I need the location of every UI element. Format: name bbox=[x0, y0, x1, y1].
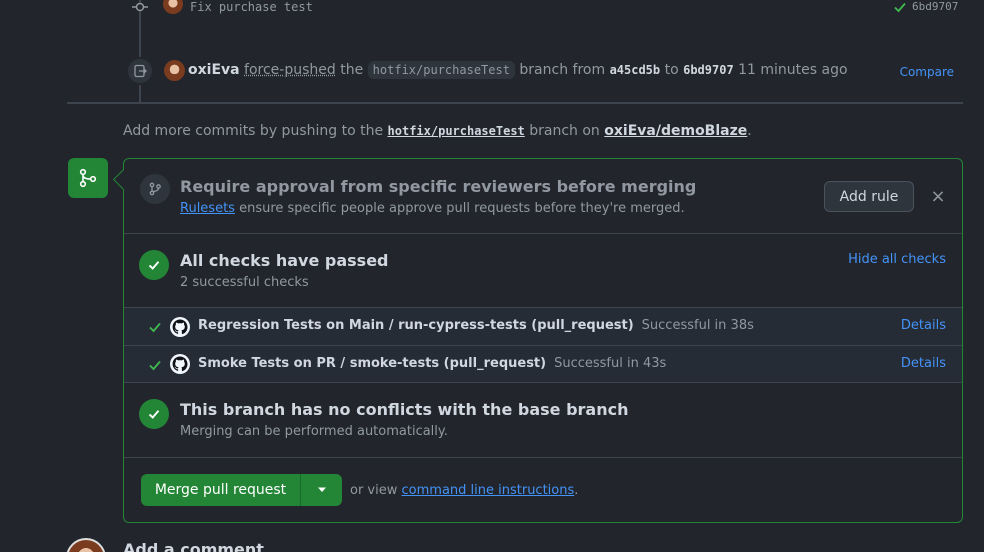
push-branch-from: branch from bbox=[519, 62, 605, 78]
hint-prefix: Add more commits by pushing to the bbox=[123, 123, 383, 139]
rulesets-link[interactable]: Rulesets bbox=[180, 201, 235, 216]
cli-instructions-link[interactable]: command line instructions bbox=[402, 483, 575, 498]
rule-description: Rulesets ensure specific people approve … bbox=[180, 201, 685, 216]
branch-rule-icon bbox=[140, 174, 170, 204]
triangle-down-icon bbox=[317, 487, 327, 493]
comment-avatar bbox=[66, 538, 106, 552]
commit-icon bbox=[132, 0, 148, 14]
github-icon bbox=[170, 354, 190, 374]
merge-status-icon bbox=[68, 158, 108, 198]
add-comment-title: Add a comment bbox=[123, 540, 264, 552]
from-sha[interactable]: a45cd5b bbox=[610, 63, 661, 77]
conflicts-status: This branch has no conflicts with the ba… bbox=[124, 383, 962, 458]
details-link[interactable]: Details bbox=[901, 356, 946, 371]
checks-title: All checks have passed bbox=[180, 251, 389, 270]
push-user[interactable]: oxiEva bbox=[188, 62, 240, 78]
check-icon bbox=[893, 0, 907, 14]
or-view-text: or view bbox=[350, 483, 397, 498]
conflicts-title: This branch has no conflicts with the ba… bbox=[180, 400, 628, 419]
push-time[interactable]: 11 minutes ago bbox=[738, 62, 847, 78]
commit-message[interactable]: Fix purchase test bbox=[190, 0, 313, 14]
check-icon bbox=[148, 358, 162, 372]
to-sha[interactable]: 6bd9707 bbox=[683, 63, 734, 77]
repo-push-icon bbox=[133, 64, 147, 78]
close-icon[interactable]: × bbox=[929, 188, 947, 206]
push-hint: Add more commits by pushing to the hotfi… bbox=[123, 121, 752, 141]
user-avatar[interactable] bbox=[164, 60, 185, 81]
hint-middle: branch on bbox=[529, 123, 600, 139]
check-name: Regression Tests on Main / run-cypress-t… bbox=[198, 318, 754, 333]
check-icon bbox=[147, 258, 161, 272]
conflicts-subtitle: Merging can be performed automatically. bbox=[180, 424, 448, 439]
check-status: Successful in 43s bbox=[554, 356, 666, 371]
check-title: Smoke Tests on PR / smoke-tests (pull_re… bbox=[198, 356, 546, 371]
git-branch-icon bbox=[148, 182, 162, 196]
rule-desc-text: ensure specific people approve pull requ… bbox=[239, 201, 685, 216]
checks-summary: All checks have passed 2 successful chec… bbox=[124, 234, 962, 308]
checks-subtitle: 2 successful checks bbox=[180, 275, 309, 290]
merge-box: Require approval from specific reviewers… bbox=[123, 158, 963, 523]
github-icon bbox=[170, 317, 190, 337]
cli-hint: or view command line instructions. bbox=[350, 483, 578, 498]
commit-avatar[interactable] bbox=[163, 0, 183, 14]
compare-link[interactable]: Compare bbox=[900, 65, 954, 79]
details-link[interactable]: Details bbox=[901, 318, 946, 333]
check-status: Successful in 38s bbox=[642, 318, 754, 333]
hint-suffix: . bbox=[747, 123, 751, 139]
ruleset-suggestion: Require approval from specific reviewers… bbox=[124, 159, 962, 234]
add-rule-button[interactable]: Add rule bbox=[824, 181, 914, 212]
git-merge-icon bbox=[78, 168, 98, 188]
divider bbox=[67, 102, 963, 104]
push-event-text: oxiEva force-pushed the hotfix/purchaseT… bbox=[188, 60, 848, 80]
merge-button-group: Merge pull request bbox=[141, 474, 342, 506]
merge-pull-request-button[interactable]: Merge pull request bbox=[141, 474, 301, 506]
commit-row: Fix purchase test 6bd9707 bbox=[0, 0, 984, 16]
hint-branch[interactable]: hotfix/purchaseTest bbox=[388, 124, 525, 138]
check-row: Smoke Tests on PR / smoke-tests (pull_re… bbox=[124, 346, 962, 383]
hide-checks-link[interactable]: Hide all checks bbox=[848, 252, 946, 267]
push-the: the bbox=[340, 62, 363, 78]
check-row: Regression Tests on Main / run-cypress-t… bbox=[124, 308, 962, 346]
push-action[interactable]: force-pushed bbox=[244, 62, 336, 78]
cli-period: . bbox=[574, 483, 578, 498]
hint-repo[interactable]: oxiEva/demoBlaze bbox=[604, 123, 747, 139]
checks-passed-icon bbox=[139, 250, 169, 280]
check-title: Regression Tests on Main / run-cypress-t… bbox=[198, 318, 634, 333]
check-name: Smoke Tests on PR / smoke-tests (pull_re… bbox=[198, 356, 666, 371]
push-to: to bbox=[665, 62, 679, 78]
merge-actions: Merge pull request or view command line … bbox=[124, 458, 962, 523]
force-push-badge bbox=[126, 57, 154, 85]
branch-tag[interactable]: hotfix/purchaseTest bbox=[368, 61, 515, 79]
commit-sha[interactable]: 6bd9707 bbox=[912, 0, 958, 14]
no-conflicts-icon bbox=[139, 399, 169, 429]
merge-options-dropdown[interactable] bbox=[301, 474, 342, 506]
rule-title: Require approval from specific reviewers… bbox=[180, 177, 696, 196]
check-icon bbox=[147, 407, 161, 421]
check-icon bbox=[148, 320, 162, 334]
